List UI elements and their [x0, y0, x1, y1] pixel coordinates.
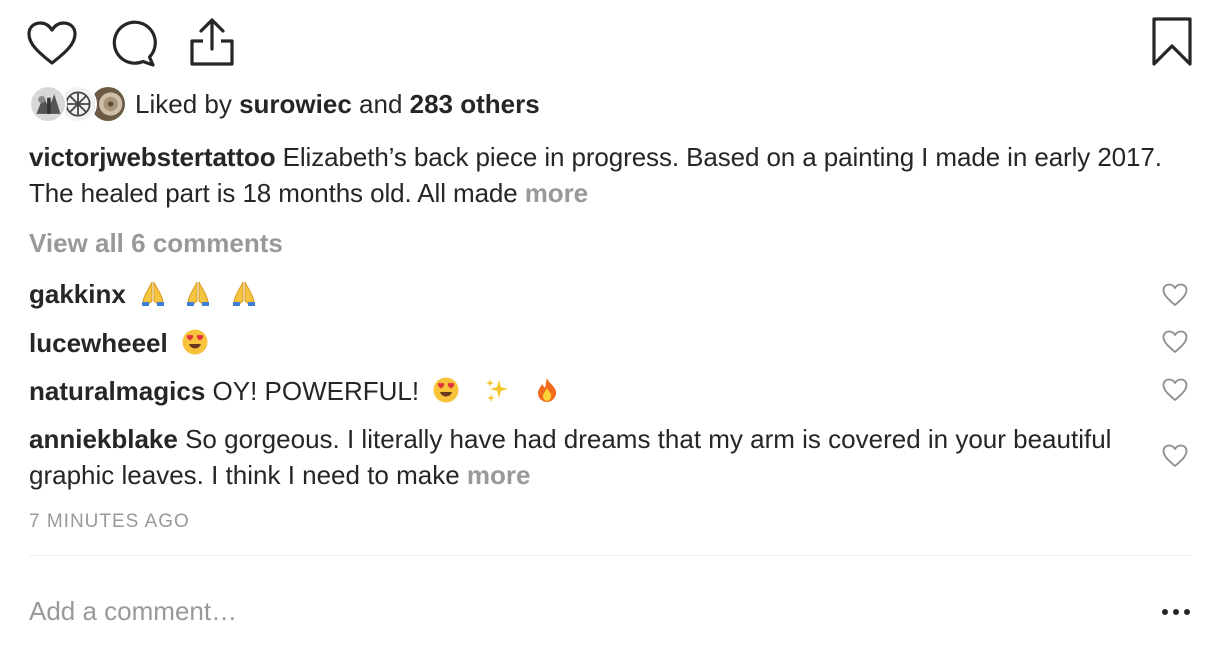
likes-summary: Liked by surowiec and 283 others [29, 84, 540, 124]
avatar[interactable] [29, 85, 67, 123]
view-all-comments-link[interactable]: View all 6 comments [29, 225, 283, 261]
comment-username-link[interactable]: naturalmagics [29, 376, 205, 406]
comment-more-link[interactable]: more [467, 460, 531, 490]
comment-bubble-icon[interactable] [106, 19, 158, 67]
liker-avatars[interactable] [29, 84, 129, 124]
more-options-icon[interactable] [1160, 605, 1192, 619]
folded-hands-emoji [230, 279, 258, 307]
share-upload-icon[interactable] [187, 16, 237, 68]
comment-like-heart-icon[interactable] [1162, 378, 1188, 407]
divider [29, 555, 1192, 556]
likes-prefix: Liked by [135, 89, 240, 119]
folded-hands-emoji [184, 279, 212, 307]
fire-emoji [533, 376, 561, 404]
comment-username-link[interactable]: lucewheeel [29, 328, 168, 358]
liker-username-link[interactable]: surowiec [239, 89, 352, 119]
add-comment-input[interactable] [29, 588, 1129, 634]
comment-text: So gorgeous. I literally have had dreams… [29, 424, 1112, 490]
comment-username-link[interactable]: gakkinx [29, 279, 126, 309]
likes-connector: and [351, 89, 410, 119]
comment-like-heart-icon[interactable] [1162, 283, 1188, 312]
caption-more-link[interactable]: more [525, 178, 588, 208]
likes-text: Liked by surowiec and 283 others [135, 84, 540, 124]
comment-username-link[interactable]: anniekblake [29, 424, 178, 454]
comment-item: gakkinx [29, 276, 1149, 312]
folded-hands-emoji [139, 279, 167, 307]
comment-item: lucewheeel [29, 325, 1149, 361]
bookmark-icon[interactable] [1151, 17, 1193, 67]
comment-item: anniekblake So gorgeous. I literally hav… [29, 421, 1139, 493]
comment-like-heart-icon[interactable] [1162, 330, 1188, 359]
heart-eyes-emoji [432, 376, 460, 404]
comment-item: naturalmagics OY! POWERFUL! [29, 373, 1149, 409]
comment-text: OY! POWERFUL! [205, 376, 420, 406]
like-heart-icon[interactable] [26, 20, 78, 66]
comment-like-heart-icon[interactable] [1162, 444, 1188, 473]
post-caption: victorjwebstertattoo Elizabeth’s back pi… [29, 139, 1169, 211]
likes-others-link[interactable]: 283 others [410, 89, 540, 119]
sparkles-emoji [483, 376, 511, 404]
caption-username-link[interactable]: victorjwebstertattoo [29, 142, 276, 172]
post-timestamp[interactable]: 7 MINUTES AGO [29, 509, 190, 535]
heart-eyes-emoji [181, 328, 209, 356]
